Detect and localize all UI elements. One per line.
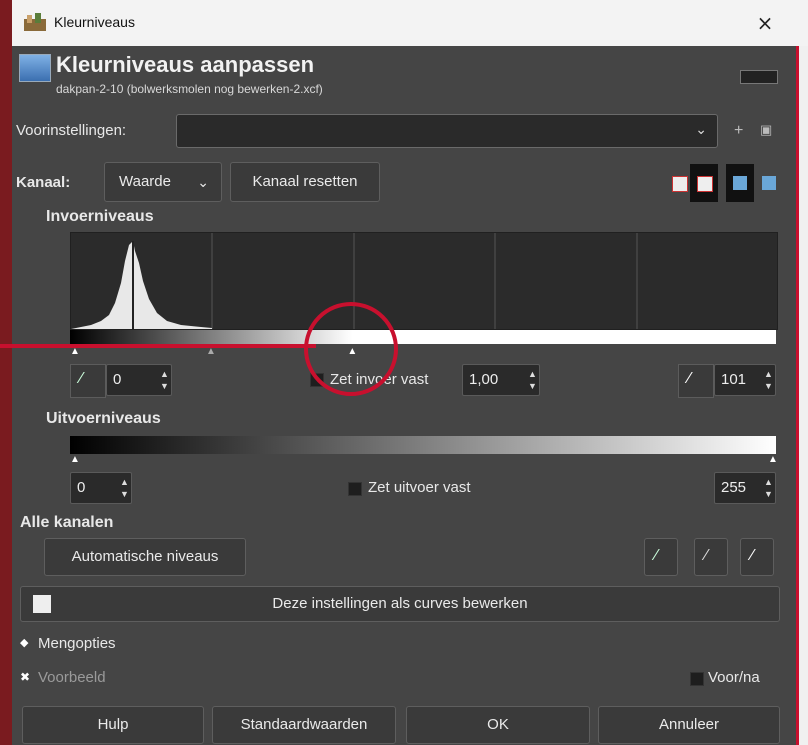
spinner-arrows-icon[interactable]: ▲ ▼ — [160, 368, 169, 392]
cancel-button[interactable]: Annuleer — [598, 706, 780, 744]
output-low-spinner[interactable]: 0 ▲ ▼ — [70, 472, 132, 504]
histogram-log-scale-icon[interactable] — [762, 176, 776, 190]
annotation-pointer-line — [0, 344, 316, 348]
black-eyedropper-icon: ⁄ — [80, 370, 83, 387]
ok-button[interactable]: OK — [406, 706, 590, 744]
pick-black-point-button[interactable]: ⁄ — [70, 364, 106, 398]
white-eyedropper-icon: ⁄ — [751, 547, 754, 564]
lock-output-label: Zet uitvoer vast — [368, 479, 471, 496]
input-gradient-bar — [70, 330, 776, 344]
presets-label: Voorinstellingen: — [16, 122, 127, 139]
histogram-scale-toggle[interactable] — [726, 164, 754, 202]
output-gradient-bar — [70, 436, 776, 454]
log-histogram-icon — [697, 176, 713, 192]
gray-eyedropper-icon: ⁄ — [705, 547, 708, 564]
spinner-arrows-icon[interactable]: ▲ ▼ — [764, 476, 773, 500]
annotation-highlight-circle — [304, 302, 398, 396]
channel-value: Waarde — [119, 173, 171, 190]
pick-white-point-button[interactable]: ⁄ — [678, 364, 714, 398]
linear-histogram-icon[interactable] — [672, 176, 688, 192]
spinner-arrows-icon[interactable]: ▲ ▼ — [120, 476, 129, 500]
log-histogram-toggle[interactable] — [690, 164, 718, 202]
input-high-spinner[interactable]: 101 ▲ ▼ — [714, 364, 776, 396]
reset-channel-button[interactable]: Kanaal resetten — [230, 162, 380, 202]
curves-icon — [33, 595, 51, 613]
histogram — [70, 232, 778, 330]
annotation-border-right — [796, 46, 808, 745]
reset-defaults-button[interactable]: Standaardwaarden — [212, 706, 396, 744]
input-low-spinner[interactable]: 0 ▲ ▼ — [106, 364, 172, 396]
dialog-heading: Kleurniveaus aanpassen — [56, 52, 315, 77]
input-levels-heading: Invoerniveaus — [46, 208, 154, 225]
expander-arrow-icon[interactable]: ◆ — [20, 636, 28, 649]
blend-options-label[interactable]: Mengopties — [38, 635, 116, 652]
dialog-content: Kleurniveaus aanpassen dakpan-2-10 (bolw… — [12, 46, 796, 745]
before-after-label: Voor/na — [708, 669, 760, 686]
input-high-value: 101 — [721, 371, 747, 388]
channel-label: Kanaal: — [16, 174, 71, 191]
annotation-border-left — [0, 0, 12, 745]
histogram-graph — [71, 233, 638, 329]
output-high-handle[interactable]: ▲ — [768, 454, 778, 465]
preset-menu-icon[interactable]: ▣ — [760, 122, 772, 138]
gamma-value: 1,00 — [469, 371, 499, 388]
before-after-checkbox[interactable] — [690, 672, 704, 686]
title-bar: Kleurniveaus × — [0, 0, 808, 46]
white-eyedropper-icon: ⁄ — [688, 370, 691, 387]
output-low-value: 0 — [77, 479, 86, 496]
preview-label: Voorbeeld — [38, 669, 106, 686]
edit-as-curves-button[interactable]: Deze instellingen als curves bewerken — [20, 586, 780, 622]
levels-dialog: Kleurniveaus × Kleurniveaus aanpassen da… — [0, 0, 808, 745]
edit-as-curves-label: Deze instellingen als curves bewerken — [272, 595, 528, 612]
spinner-arrows-icon[interactable]: ▲ ▼ — [764, 368, 773, 392]
input-low-value: 0 — [113, 371, 122, 388]
auto-levels-button[interactable]: Automatische niveaus — [44, 538, 246, 576]
gamma-spinner[interactable]: 1,00 ▲ ▼ — [462, 364, 540, 396]
preview-checkbox[interactable]: ✖ — [20, 670, 30, 684]
auto-white-picker-button[interactable]: ⁄ — [740, 538, 774, 576]
auto-black-picker-button[interactable]: ⁄ — [644, 538, 678, 576]
channel-combo[interactable]: Waarde ⌄ — [104, 162, 222, 202]
output-levels-heading: Uitvoerniveaus — [46, 410, 161, 427]
chevron-down-icon: ⌄ — [197, 174, 209, 190]
black-eyedropper-icon: ⁄ — [655, 547, 658, 564]
lock-output-checkbox[interactable] — [348, 482, 362, 496]
image-thumbnail — [740, 70, 778, 84]
add-preset-icon[interactable]: + — [734, 122, 743, 140]
chevron-down-icon: ⌄ — [695, 121, 707, 137]
all-channels-heading: Alle kanalen — [20, 514, 114, 531]
spinner-arrows-icon[interactable]: ▲ ▼ — [528, 368, 537, 392]
output-high-spinner[interactable]: 255 ▲ ▼ — [714, 472, 776, 504]
image-name: dakpan-2-10 (bolwerksmolen nog bewerken-… — [56, 82, 323, 96]
histogram-linear-scale-icon — [733, 176, 747, 190]
output-low-handle[interactable]: ▲ — [70, 454, 80, 465]
output-high-value: 255 — [721, 479, 747, 496]
help-button[interactable]: Hulp — [22, 706, 204, 744]
auto-gray-picker-button[interactable]: ⁄ — [694, 538, 728, 576]
levels-icon — [19, 54, 51, 82]
presets-combo[interactable]: ⌄ — [176, 114, 718, 148]
window-title: Kleurniveaus — [54, 14, 135, 30]
close-icon[interactable]: × — [750, 10, 780, 36]
gimp-app-icon — [24, 13, 46, 31]
